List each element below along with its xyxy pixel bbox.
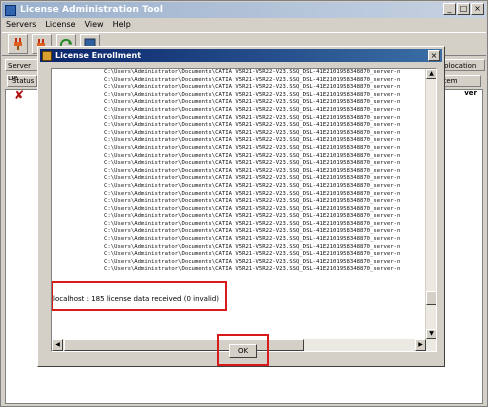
vertical-scroll-thumb[interactable]: [426, 291, 436, 305]
log-line: C:\Users\Administrator\Documents\CATIA V…: [104, 205, 401, 212]
dialog-close-button[interactable]: ×: [428, 50, 440, 61]
vertical-scrollbar[interactable]: ▲ ▼: [425, 69, 436, 339]
log-line: C:\Users\Administrator\Documents\CATIA V…: [104, 266, 401, 273]
scroll-down-icon[interactable]: ▼: [426, 329, 436, 339]
log-line: C:\Users\Administrator\Documents\CATIA V…: [104, 228, 401, 235]
column-label-server: ver: [464, 89, 477, 97]
menu-license[interactable]: License: [45, 20, 75, 29]
log-line: C:\Users\Administrator\Documents\CATIA V…: [104, 114, 401, 121]
menu-servers[interactable]: Servers: [6, 20, 36, 29]
menu-view[interactable]: View: [85, 20, 104, 29]
log-line: C:\Users\Administrator\Documents\CATIA V…: [104, 99, 401, 106]
log-line: C:\Users\Administrator\Documents\CATIA V…: [104, 220, 401, 227]
close-button[interactable]: ×: [471, 3, 484, 15]
scroll-up-icon[interactable]: ▲: [426, 69, 436, 79]
log-line: C:\Users\Administrator\Documents\CATIA V…: [104, 91, 401, 98]
maximize-button[interactable]: □: [457, 3, 470, 15]
log-output[interactable]: C:\Users\Administrator\Documents\CATIA V…: [51, 68, 437, 352]
scroll-right-icon[interactable]: ▶: [415, 339, 426, 351]
log-line: C:\Users\Administrator\Documents\CATIA V…: [104, 213, 401, 220]
log-line: C:\Users\Administrator\Documents\CATIA V…: [104, 243, 401, 250]
log-line: C:\Users\Administrator\Documents\CATIA V…: [104, 106, 401, 113]
log-line: C:\Users\Administrator\Documents\CATIA V…: [104, 137, 401, 144]
app-icon: [5, 4, 16, 16]
log-line: C:\Users\Administrator\Documents\CATIA V…: [104, 152, 401, 159]
minimize-button[interactable]: _: [443, 3, 456, 15]
error-x-icon: ✘: [14, 88, 25, 102]
column-header-server-description[interactable]: Server De: [5, 59, 41, 82]
license-enrollment-dialog: License Enrollment × C:\Users\Administra…: [37, 46, 445, 367]
scroll-left-icon[interactable]: ◀: [52, 339, 63, 351]
menu-help[interactable]: Help: [113, 20, 131, 29]
dialog-title: License Enrollment: [55, 51, 142, 60]
window-title: License Administration Tool: [20, 5, 163, 15]
main-title-bar[interactable]: License Administration Tool _ □ ×: [2, 2, 486, 18]
log-line: C:\Users\Administrator\Documents\CATIA V…: [104, 182, 401, 189]
dialog-title-bar[interactable]: License Enrollment ×: [40, 49, 442, 62]
log-line: C:\Users\Administrator\Documents\CATIA V…: [104, 122, 401, 129]
log-line: C:\Users\Administrator\Documents\CATIA V…: [104, 69, 401, 75]
log-line: C:\Users\Administrator\Documents\CATIA V…: [104, 84, 401, 91]
log-line: C:\Users\Administrator\Documents\CATIA V…: [104, 190, 401, 197]
log-line: C:\Users\Administrator\Documents\CATIA V…: [104, 167, 401, 174]
log-lines: C:\Users\Administrator\Documents\CATIA V…: [52, 69, 427, 277]
log-line: C:\Users\Administrator\Documents\CATIA V…: [104, 175, 401, 182]
log-line: C:\Users\Administrator\Documents\CATIA V…: [104, 198, 401, 205]
dialog-app-icon: [42, 50, 52, 61]
summary-highlight-box: [52, 281, 227, 311]
menu-bar: Servers License View Help: [2, 18, 486, 31]
ok-button[interactable]: OK: [229, 344, 257, 358]
log-line: C:\Users\Administrator\Documents\CATIA V…: [104, 129, 401, 136]
log-line: C:\Users\Administrator\Documents\CATIA V…: [104, 251, 401, 258]
log-line: C:\Users\Administrator\Documents\CATIA V…: [104, 258, 401, 265]
log-line: C:\Users\Administrator\Documents\CATIA V…: [104, 160, 401, 167]
log-line: C:\Users\Administrator\Documents\CATIA V…: [104, 236, 401, 243]
plug-icon[interactable]: [8, 34, 28, 54]
log-line: C:\Users\Administrator\Documents\CATIA V…: [104, 144, 401, 151]
log-line: C:\Users\Administrator\Documents\CATIA V…: [104, 76, 401, 83]
column-header-status[interactable]: Status: [7, 75, 37, 87]
